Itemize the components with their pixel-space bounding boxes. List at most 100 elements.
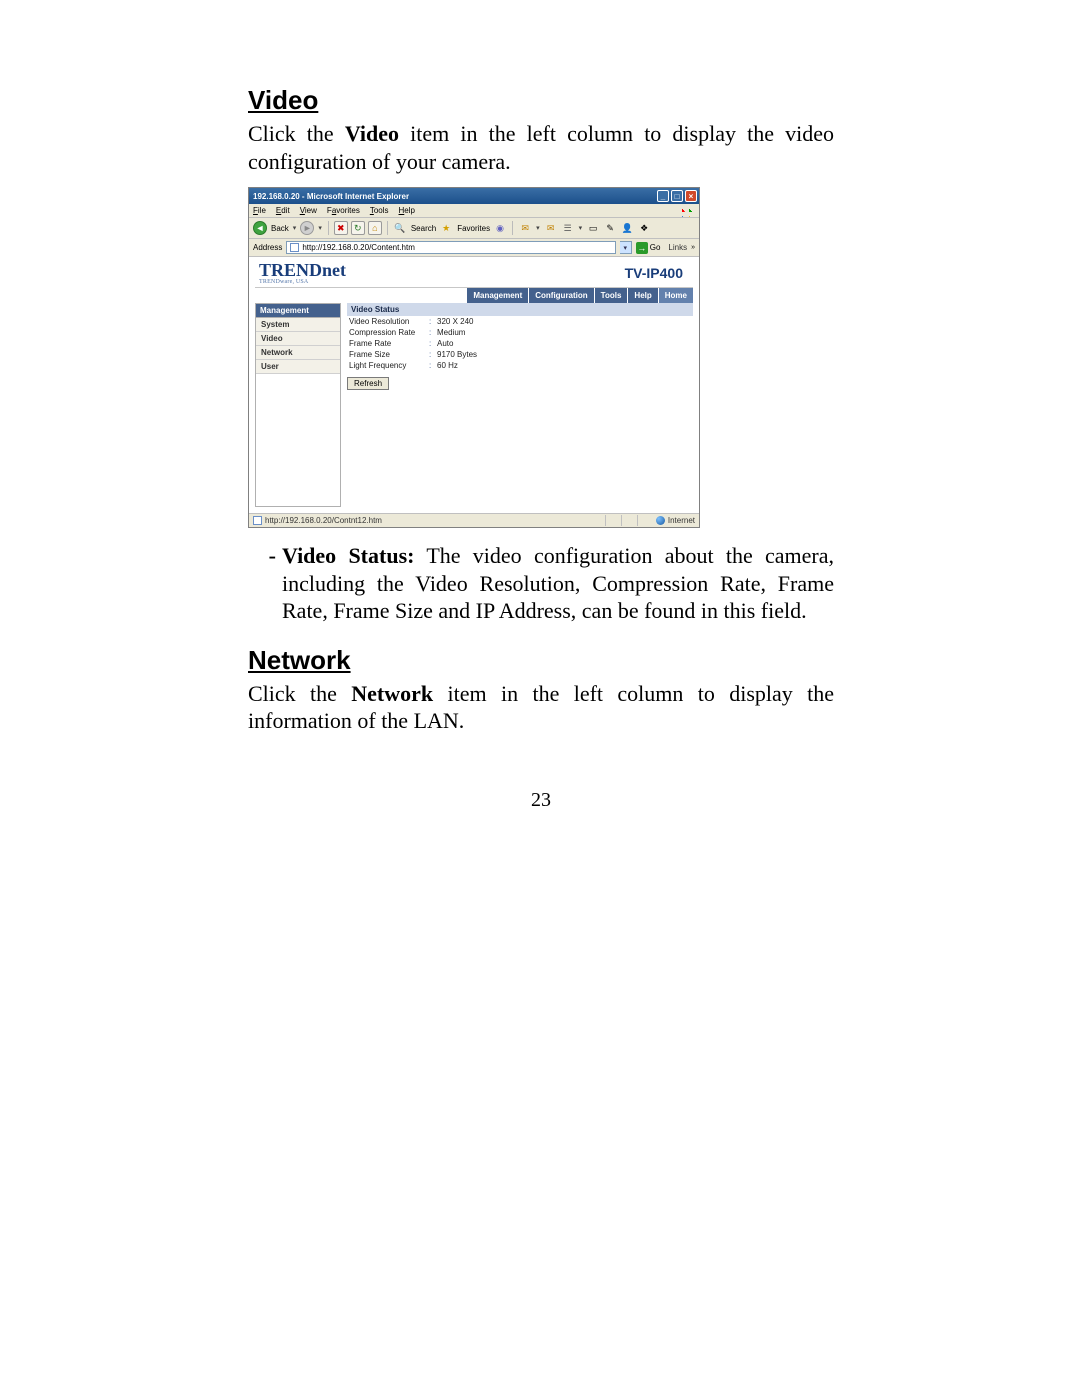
address-url: http://192.168.0.20/Content.htm bbox=[302, 243, 415, 252]
print-icon[interactable]: ☰ bbox=[561, 221, 575, 235]
home-button[interactable]: ⌂ bbox=[368, 221, 382, 235]
media-icon[interactable]: ◉ bbox=[493, 221, 507, 235]
tab-management[interactable]: Management bbox=[466, 288, 528, 303]
status-bar: http://192.168.0.20/Contnt12.htm Interne… bbox=[249, 513, 699, 527]
discuss-icon[interactable]: ✎ bbox=[603, 221, 617, 235]
kv-value: Medium bbox=[437, 328, 691, 337]
row-video-resolution: Video Resolution:320 X 240 bbox=[347, 316, 693, 327]
kv-colon: : bbox=[429, 328, 437, 337]
print-dropdown-icon[interactable]: ▾ bbox=[579, 224, 583, 232]
menu-edit[interactable]: Edit bbox=[276, 206, 290, 215]
forward-button[interactable]: ► bbox=[300, 221, 314, 235]
kv-value: 9170 Bytes bbox=[437, 350, 691, 359]
status-zone: Internet bbox=[668, 516, 695, 525]
video-status-bullet: - Video Status: The video configuration … bbox=[248, 542, 834, 625]
brand-name: TRENDnet bbox=[259, 260, 346, 280]
sidebar: Management System Video Network User bbox=[255, 303, 341, 507]
menu-view[interactable]: View bbox=[300, 206, 317, 215]
minimize-button[interactable]: _ bbox=[657, 190, 669, 202]
sidebar-item-system[interactable]: System bbox=[256, 318, 340, 332]
row-frame-size: Frame Size:9170 Bytes bbox=[347, 349, 693, 360]
video-intro: Click the Video item in the left column … bbox=[248, 120, 834, 175]
back-button[interactable]: ◄ bbox=[253, 221, 267, 235]
tab-home[interactable]: Home bbox=[658, 288, 693, 303]
network-intro-pre: Click the bbox=[248, 681, 351, 706]
brand-logo: TRENDnet TRENDware, USA bbox=[259, 261, 346, 285]
kv-key: Frame Rate bbox=[349, 339, 429, 348]
refresh-page-button[interactable]: Refresh bbox=[347, 377, 389, 390]
address-field[interactable]: http://192.168.0.20/Content.htm bbox=[286, 241, 615, 254]
windows-flag-icon bbox=[682, 205, 696, 217]
row-compression-rate: Compression Rate:Medium bbox=[347, 327, 693, 338]
tab-strip: Management Configuration Tools Help Home bbox=[249, 288, 699, 303]
title-bar: 192.168.0.20 - Microsoft Internet Explor… bbox=[249, 188, 699, 204]
go-button[interactable]: → Go bbox=[636, 242, 661, 254]
bullet-lead: Video Status: bbox=[282, 543, 414, 568]
toolbar-separator bbox=[512, 221, 513, 235]
kv-value: 60 Hz bbox=[437, 361, 691, 370]
links-expand-icon[interactable]: » bbox=[691, 244, 695, 251]
video-intro-bold: Video bbox=[345, 121, 399, 146]
sidebar-item-video[interactable]: Video bbox=[256, 332, 340, 346]
address-bar: Address http://192.168.0.20/Content.htm … bbox=[249, 239, 699, 257]
back-dropdown-icon[interactable]: ▾ bbox=[293, 224, 297, 232]
main-pane: Video Status Video Resolution:320 X 240 … bbox=[341, 303, 693, 507]
browser-toolbar: ◄ Back ▾ ► ▾ ✖ ↻ ⌂ 🔍 Search ★ Favorites … bbox=[249, 218, 699, 239]
address-dropdown-icon[interactable]: ▾ bbox=[620, 241, 632, 254]
research-icon[interactable]: ❖ bbox=[637, 221, 651, 235]
network-intro-bold: Network bbox=[351, 681, 433, 706]
kv-key: Frame Size bbox=[349, 350, 429, 359]
kv-value: 320 X 240 bbox=[437, 317, 691, 326]
menu-favorites[interactable]: Favorites bbox=[327, 206, 360, 215]
tab-help[interactable]: Help bbox=[627, 288, 657, 303]
menu-help[interactable]: Help bbox=[399, 206, 415, 215]
favorites-label[interactable]: Favorites bbox=[457, 224, 490, 233]
page-content: TRENDnet TRENDware, USA TV-IP400 Managem… bbox=[249, 257, 699, 513]
go-arrow-icon: → bbox=[636, 242, 648, 254]
edit-icon[interactable]: ▭ bbox=[586, 221, 600, 235]
kv-colon: : bbox=[429, 339, 437, 348]
tab-configuration[interactable]: Configuration bbox=[528, 288, 593, 303]
mail-icon[interactable]: ✉ bbox=[544, 221, 558, 235]
kv-colon: : bbox=[429, 350, 437, 359]
kv-value: Auto bbox=[437, 339, 691, 348]
forward-dropdown-icon[interactable]: ▾ bbox=[318, 224, 322, 232]
menu-bar: File Edit View Favorites Tools Help bbox=[249, 204, 699, 218]
video-status-header: Video Status bbox=[347, 303, 693, 316]
close-button[interactable]: × bbox=[685, 190, 697, 202]
history-dropdown-icon[interactable]: ▾ bbox=[536, 224, 540, 232]
menu-tools[interactable]: Tools bbox=[370, 206, 389, 215]
links-label[interactable]: Links bbox=[668, 243, 687, 252]
kv-key: Compression Rate bbox=[349, 328, 429, 337]
menu-file[interactable]: File bbox=[253, 206, 266, 215]
video-intro-pre: Click the bbox=[248, 121, 345, 146]
kv-key: Light Frequency bbox=[349, 361, 429, 370]
internet-zone-icon bbox=[656, 516, 665, 525]
maximize-button[interactable]: □ bbox=[671, 190, 683, 202]
address-label: Address bbox=[253, 243, 282, 252]
bullet-dash: - bbox=[248, 542, 282, 625]
model-name: TV-IP400 bbox=[625, 265, 683, 281]
messenger-icon[interactable]: 👤 bbox=[620, 221, 634, 235]
kv-colon: : bbox=[429, 361, 437, 370]
status-url: http://192.168.0.20/Contnt12.htm bbox=[265, 516, 382, 525]
kv-key: Video Resolution bbox=[349, 317, 429, 326]
kv-colon: : bbox=[429, 317, 437, 326]
sidebar-item-user[interactable]: User bbox=[256, 360, 340, 374]
refresh-button[interactable]: ↻ bbox=[351, 221, 365, 235]
page-icon bbox=[253, 516, 262, 525]
page-icon bbox=[290, 243, 299, 252]
stop-button[interactable]: ✖ bbox=[334, 221, 348, 235]
search-icon[interactable]: 🔍 bbox=[393, 221, 407, 235]
history-icon[interactable]: ✉ bbox=[518, 221, 532, 235]
toolbar-separator bbox=[328, 221, 329, 235]
sidebar-item-network[interactable]: Network bbox=[256, 346, 340, 360]
browser-window: 192.168.0.20 - Microsoft Internet Explor… bbox=[248, 187, 700, 528]
row-frame-rate: Frame Rate:Auto bbox=[347, 338, 693, 349]
back-label: Back bbox=[271, 224, 289, 233]
network-heading: Network bbox=[248, 645, 834, 676]
favorites-icon[interactable]: ★ bbox=[439, 221, 453, 235]
search-label[interactable]: Search bbox=[411, 224, 436, 233]
window-title: 192.168.0.20 - Microsoft Internet Explor… bbox=[253, 192, 655, 201]
tab-tools[interactable]: Tools bbox=[594, 288, 628, 303]
